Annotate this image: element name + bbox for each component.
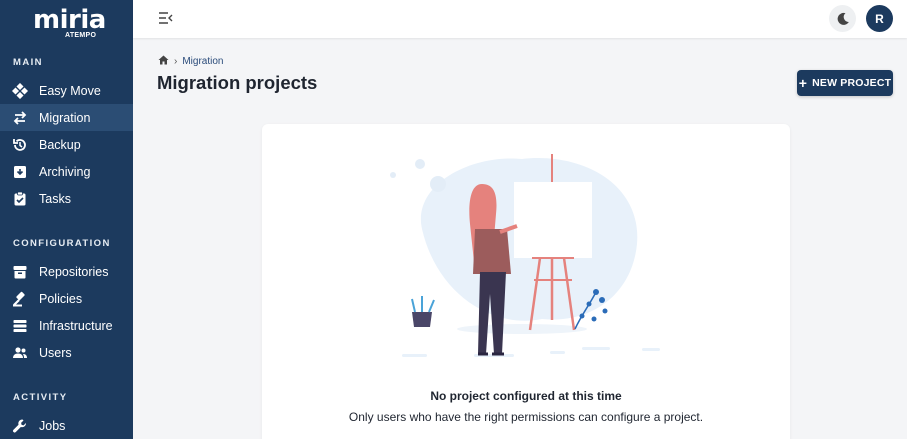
section-title-activity: ACTIVITY bbox=[13, 392, 68, 403]
sidebar-item-label: Repositories bbox=[39, 264, 109, 279]
logo-text: miria bbox=[33, 5, 106, 35]
empty-state-illustration bbox=[390, 154, 660, 357]
empty-state-card: No project configured at this time Only … bbox=[262, 124, 790, 439]
sidebar-item-label: Migration bbox=[39, 110, 91, 125]
sidebar-item-backup[interactable]: Backup bbox=[0, 131, 133, 158]
sidebar-item-label: Easy Move bbox=[39, 83, 101, 98]
section-title-main: MAIN bbox=[13, 57, 43, 68]
migration-icon bbox=[12, 110, 28, 126]
sidebar-item-tasks[interactable]: Tasks bbox=[0, 185, 133, 212]
sidebar-item-repositories[interactable]: Repositories bbox=[0, 258, 133, 285]
sidebar-item-infrastructure[interactable]: Infrastructure bbox=[0, 312, 133, 339]
empty-state-title: No project configured at this time bbox=[430, 389, 622, 403]
plus-icon: + bbox=[798, 75, 808, 91]
sidebar-item-label: Jobs bbox=[39, 418, 66, 433]
infrastructure-icon bbox=[12, 318, 28, 334]
empty-state-description: Only users who have the right permission… bbox=[348, 410, 704, 424]
sidebar-item-policies[interactable]: Policies bbox=[0, 285, 133, 312]
chevron-right-icon: › bbox=[174, 56, 178, 67]
top-bar: R bbox=[133, 0, 907, 38]
users-icon bbox=[12, 345, 28, 361]
dark-mode-toggle[interactable] bbox=[829, 5, 856, 32]
section-title-configuration: CONFIGURATION bbox=[13, 238, 111, 249]
sidebar-item-label: Tasks bbox=[39, 191, 71, 206]
logo-subtext: ATEMPO bbox=[65, 32, 97, 39]
policies-icon bbox=[12, 291, 28, 307]
home-icon[interactable] bbox=[158, 55, 169, 68]
sidebar-item-users[interactable]: Users bbox=[0, 339, 133, 366]
repositories-icon bbox=[12, 264, 28, 280]
sidebar-item-archiving[interactable]: Archiving bbox=[0, 158, 133, 185]
sidebar: miria ATEMPO MAIN Easy Move Migration Ba… bbox=[0, 0, 133, 439]
sidebar-item-easy-move[interactable]: Easy Move bbox=[0, 77, 133, 104]
tasks-icon bbox=[12, 191, 28, 207]
jobs-icon bbox=[12, 418, 28, 434]
backup-icon bbox=[12, 137, 28, 153]
archiving-icon bbox=[12, 164, 28, 180]
new-project-button[interactable]: + NEW PROJECT bbox=[797, 70, 893, 96]
sidebar-item-migration[interactable]: Migration bbox=[0, 104, 133, 131]
collapse-menu-icon[interactable] bbox=[157, 10, 175, 26]
sidebar-item-label: Backup bbox=[39, 137, 81, 152]
page-title: Migration projects bbox=[157, 72, 318, 93]
sidebar-item-label: Policies bbox=[39, 291, 83, 306]
sidebar-item-jobs[interactable]: Jobs bbox=[0, 412, 133, 439]
breadcrumb-current[interactable]: Migration bbox=[182, 56, 223, 67]
new-project-label: NEW PROJECT bbox=[812, 77, 892, 89]
sidebar-item-label: Archiving bbox=[39, 164, 91, 179]
sidebar-item-label: Infrastructure bbox=[39, 318, 113, 333]
moon-icon bbox=[837, 12, 849, 25]
easy-move-icon bbox=[12, 82, 28, 99]
miria-logo[interactable]: miria ATEMPO bbox=[33, 5, 106, 41]
user-avatar[interactable]: R bbox=[866, 5, 893, 32]
sidebar-item-label: Users bbox=[39, 345, 72, 360]
breadcrumb: › Migration bbox=[158, 55, 223, 68]
